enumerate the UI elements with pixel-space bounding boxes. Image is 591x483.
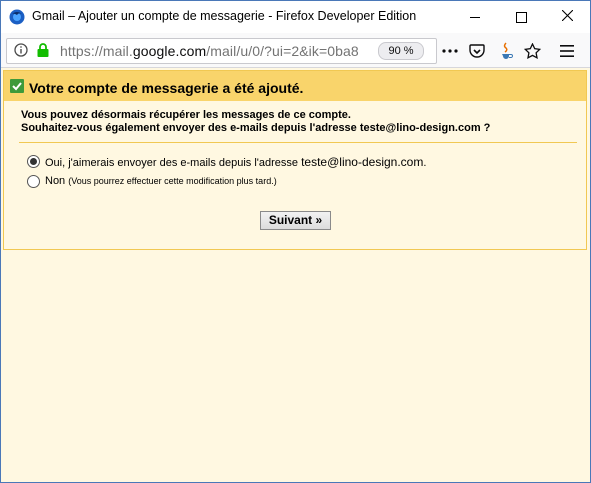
title-bar: Gmail – Ajouter un compte de messagerie …	[1, 1, 590, 33]
hamburger-menu-icon[interactable]	[558, 42, 576, 60]
maximize-button[interactable]	[498, 1, 544, 33]
close-window-button[interactable]	[544, 1, 590, 33]
radio-selected-dot	[30, 158, 37, 165]
firefox-developer-icon	[9, 9, 25, 25]
confirmation-header: Votre compte de messagerie a été ajouté.	[4, 71, 586, 101]
instructions: Vous pouvez désormais récupérer les mess…	[21, 109, 490, 135]
option-yes-label[interactable]: Oui, j'aimerais envoyer des e-mails depu…	[45, 155, 426, 169]
checkmark-icon	[10, 79, 24, 93]
zoom-level-indicator[interactable]: 90 %	[378, 42, 424, 60]
next-button[interactable]: Suivant »	[260, 211, 331, 230]
window-title: Gmail – Ajouter un compte de messagerie …	[32, 9, 417, 23]
bookmark-star-icon[interactable]	[523, 42, 541, 60]
java-extension-icon[interactable]	[497, 42, 515, 60]
pocket-icon[interactable]	[468, 42, 486, 60]
secure-lock-icon[interactable]	[36, 42, 50, 63]
option-no-label[interactable]: Non (Vous pourrez effectuer cette modifi…	[45, 175, 277, 187]
page-content: Votre compte de messagerie a été ajouté.…	[1, 68, 590, 482]
radio-yes[interactable]	[27, 155, 40, 168]
minimize-icon	[470, 16, 480, 18]
info-icon[interactable]	[14, 43, 28, 62]
navigation-toolbar: https://mail.google.com/mail/u/0/?ui=2&i…	[1, 33, 590, 68]
confirmation-title: Votre compte de messagerie a été ajouté.	[29, 80, 304, 96]
instruction-line-1: Vous pouvez désormais récupérer les mess…	[21, 109, 351, 121]
radio-no[interactable]	[27, 175, 40, 188]
browser-window: Gmail – Ajouter un compte de messagerie …	[0, 0, 591, 483]
page-actions-menu-icon[interactable]	[441, 42, 459, 60]
url-field[interactable]: https://mail.google.com/mail/u/0/?ui=2&i…	[6, 38, 437, 64]
maximize-icon	[515, 11, 527, 23]
minimize-button[interactable]	[452, 1, 498, 33]
instruction-line-2: Souhaitez-vous également envoyer des e-m…	[21, 122, 491, 134]
confirmation-panel: Votre compte de messagerie a été ajouté.…	[3, 70, 587, 250]
url-text[interactable]: https://mail.google.com/mail/u/0/?ui=2&i…	[60, 43, 375, 59]
divider	[19, 142, 577, 143]
close-icon	[561, 8, 573, 26]
